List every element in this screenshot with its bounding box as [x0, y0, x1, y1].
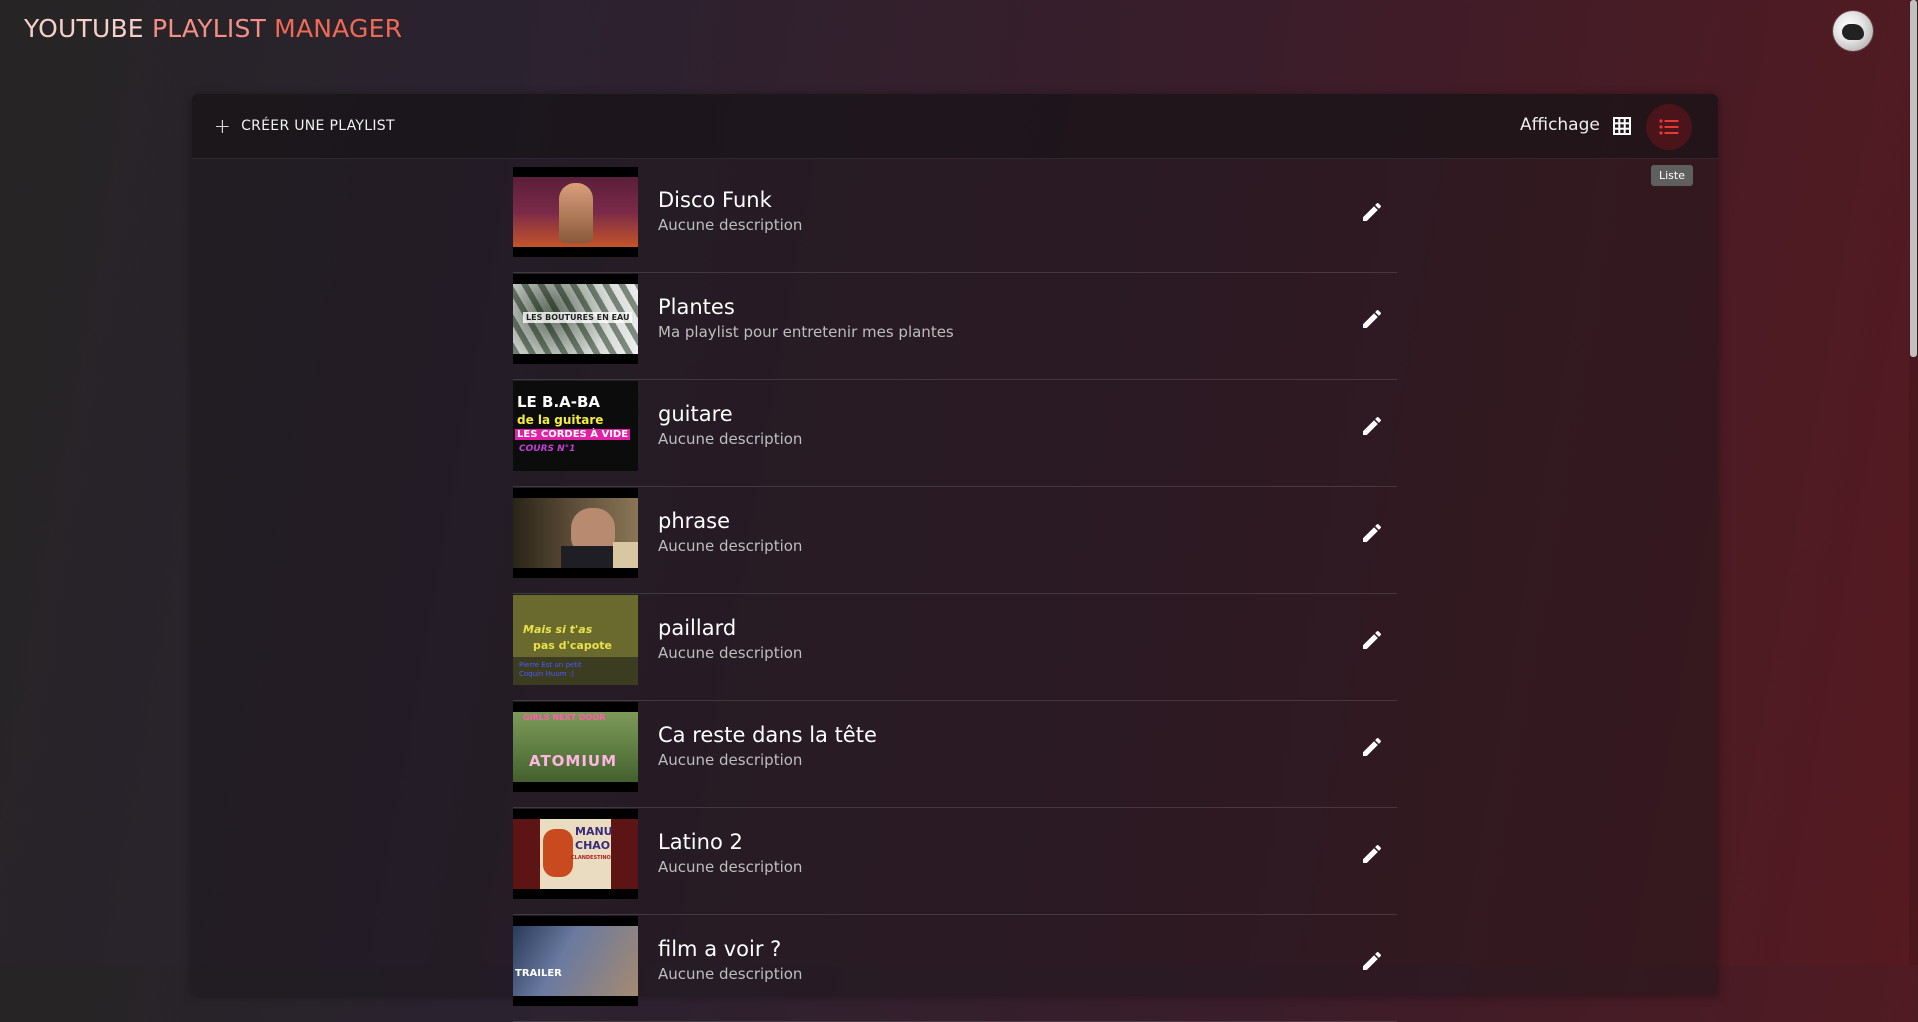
- user-avatar[interactable]: [1833, 11, 1873, 51]
- avatar-image: [1842, 24, 1864, 40]
- playlist-item[interactable]: phrase Aucune description: [513, 487, 1397, 594]
- playlist-description: Aucune description: [658, 537, 803, 555]
- grid-view-button[interactable]: [1610, 114, 1634, 138]
- playlist-item[interactable]: Mais si t'as pas d'capote Pierre Est un …: [513, 594, 1397, 701]
- playlist-description: Aucune description: [658, 751, 803, 769]
- playlist-description: Aucune description: [658, 858, 803, 876]
- app-title-word-2: PLAYLIST: [151, 14, 267, 43]
- grid-icon: [1613, 117, 1631, 135]
- thumbnail-text: MANU: [575, 825, 613, 838]
- list-view-button[interactable]: [1646, 104, 1692, 150]
- pencil-icon: [1363, 844, 1382, 863]
- playlist-thumbnail[interactable]: TRAILER: [513, 916, 638, 1006]
- playlist-title: Disco Funk: [658, 188, 772, 212]
- playlist-description: Ma playlist pour entretenir mes plantes: [658, 323, 954, 341]
- playlist-title: Plantes: [658, 295, 735, 319]
- playlist-thumbnail[interactable]: LE B.A-BA de la guitare LES CORDES À VID…: [513, 381, 638, 471]
- app-title-word-1: YOUTUBE: [24, 14, 144, 43]
- playlist-item[interactable]: LES BOUTURES EN EAU Plantes Ma playlist …: [513, 273, 1397, 380]
- playlist-description: Aucune description: [658, 965, 803, 983]
- view-mode-label: Affichage: [1520, 115, 1600, 135]
- edit-button[interactable]: [1360, 307, 1384, 331]
- edit-button[interactable]: [1360, 735, 1384, 759]
- thumbnail-text: LES CORDES À VIDE: [515, 429, 631, 440]
- edit-button[interactable]: [1360, 949, 1384, 973]
- scrollbar-thumb[interactable]: [1910, 0, 1917, 357]
- list-view-tooltip: Liste: [1651, 165, 1693, 186]
- playlist-description: Aucune description: [658, 216, 803, 234]
- list-icon: [1659, 119, 1679, 135]
- playlist-description: Aucune description: [658, 644, 803, 662]
- playlist-title: phrase: [658, 509, 731, 533]
- thumbnail-text: Mais si t'as: [523, 623, 593, 636]
- thumbnail-text: CLANDESTINO: [571, 855, 611, 861]
- edit-button[interactable]: [1360, 521, 1384, 545]
- pencil-icon: [1363, 523, 1382, 542]
- app-title-word-3: MANAGER: [274, 14, 403, 43]
- playlist-thumbnail[interactable]: MANU CHAO CLANDESTINO: [513, 809, 638, 899]
- playlist-item[interactable]: GIRLS NEXT DOOR ATOMIUM Ca reste dans la…: [513, 701, 1397, 808]
- create-playlist-label: CRÉER UNE PLAYLIST: [241, 118, 395, 134]
- thumbnail-text: pas d'capote: [533, 639, 613, 652]
- playlist-thumbnail[interactable]: [513, 488, 638, 578]
- thumbnail-text: GIRLS NEXT DOOR: [523, 713, 606, 722]
- pencil-icon: [1363, 630, 1382, 649]
- pencil-icon: [1363, 951, 1382, 970]
- create-playlist-button[interactable]: + CRÉER UNE PLAYLIST: [214, 110, 395, 142]
- edit-button[interactable]: [1360, 200, 1384, 224]
- playlist-thumbnail[interactable]: GIRLS NEXT DOOR ATOMIUM: [513, 702, 638, 792]
- edit-button[interactable]: [1360, 842, 1384, 866]
- playlist-thumbnail[interactable]: LES BOUTURES EN EAU: [513, 274, 638, 364]
- playlist-item[interactable]: LE B.A-BA de la guitare LES CORDES À VID…: [513, 380, 1397, 487]
- thumbnail-text: TRAILER: [515, 968, 562, 979]
- playlist-title: paillard: [658, 616, 737, 640]
- thumbnail-text: ATOMIUM: [529, 752, 618, 770]
- playlist-thumbnail[interactable]: [513, 167, 638, 257]
- pencil-icon: [1363, 416, 1382, 435]
- thumbnail-text: CHAO: [575, 839, 611, 852]
- plus-icon: +: [214, 114, 232, 138]
- thumbnail-text: LES BOUTURES EN EAU: [523, 312, 633, 323]
- playlist-title: film a voir ?: [658, 937, 782, 961]
- app-title: YOUTUBE PLAYLIST MANAGER: [24, 14, 402, 43]
- playlist-title: Ca reste dans la tête: [658, 723, 877, 747]
- thumbnail-text: LE B.A-BA: [517, 393, 601, 411]
- playlist-title: Latino 2: [658, 830, 743, 854]
- thumbnail-text: Pierre Est un petit: [519, 661, 582, 669]
- pencil-icon: [1363, 737, 1382, 756]
- toolbar: + CRÉER UNE PLAYLIST Affichage: [192, 94, 1718, 159]
- playlist-list: Disco Funk Aucune description LES BOUTUR…: [513, 166, 1397, 1022]
- playlist-item[interactable]: Disco Funk Aucune description: [513, 166, 1397, 273]
- playlist-item[interactable]: TRAILER film a voir ? Aucune description: [513, 915, 1397, 1022]
- playlist-description: Aucune description: [658, 430, 803, 448]
- edit-button[interactable]: [1360, 628, 1384, 652]
- pencil-icon: [1363, 309, 1382, 328]
- thumbnail-text: Coquin Huum :): [519, 670, 574, 678]
- playlist-item[interactable]: MANU CHAO CLANDESTINO Latino 2 Aucune de…: [513, 808, 1397, 915]
- edit-button[interactable]: [1360, 414, 1384, 438]
- thumbnail-text: de la guitare: [517, 413, 604, 427]
- page-scrollbar[interactable]: [1909, 0, 1918, 965]
- thumbnail-text: COURS N°1: [519, 444, 576, 454]
- playlist-title: guitare: [658, 402, 733, 426]
- pencil-icon: [1363, 202, 1382, 221]
- playlist-thumbnail[interactable]: Mais si t'as pas d'capote Pierre Est un …: [513, 595, 638, 685]
